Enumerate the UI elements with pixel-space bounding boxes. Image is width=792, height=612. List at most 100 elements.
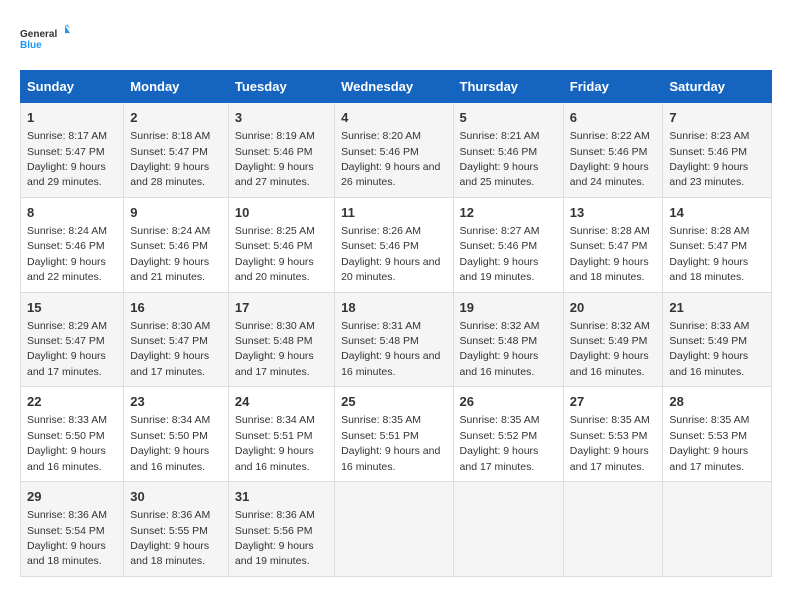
calendar-cell: 21 Sunrise: 8:33 AM Sunset: 5:49 PM Dayl… — [663, 292, 772, 387]
daylight-text: Daylight: 9 hours and 23 minutes. — [669, 161, 748, 188]
sunset-text: Sunset: 5:55 PM — [130, 525, 208, 537]
calendar-cell: 12 Sunrise: 8:27 AM Sunset: 5:46 PM Dayl… — [453, 197, 563, 292]
day-number: 10 — [235, 204, 328, 222]
daylight-text: Daylight: 9 hours and 16 minutes. — [341, 445, 440, 472]
calendar-cell: 28 Sunrise: 8:35 AM Sunset: 5:53 PM Dayl… — [663, 387, 772, 482]
sunset-text: Sunset: 5:53 PM — [570, 430, 648, 442]
daylight-text: Daylight: 9 hours and 18 minutes. — [27, 540, 106, 567]
header-day-sunday: Sunday — [21, 71, 124, 103]
sunrise-text: Sunrise: 8:33 AM — [669, 320, 749, 332]
daylight-text: Daylight: 9 hours and 16 minutes. — [27, 445, 106, 472]
calendar-week-3: 15 Sunrise: 8:29 AM Sunset: 5:47 PM Dayl… — [21, 292, 772, 387]
day-number: 8 — [27, 204, 117, 222]
svg-text:General: General — [20, 29, 57, 40]
sunset-text: Sunset: 5:46 PM — [460, 146, 538, 158]
sunset-text: Sunset: 5:50 PM — [27, 430, 105, 442]
sunset-text: Sunset: 5:46 PM — [669, 146, 747, 158]
calendar-cell: 8 Sunrise: 8:24 AM Sunset: 5:46 PM Dayli… — [21, 197, 124, 292]
sunset-text: Sunset: 5:46 PM — [460, 240, 538, 252]
sunrise-text: Sunrise: 8:36 AM — [27, 509, 107, 521]
sunrise-text: Sunrise: 8:33 AM — [27, 414, 107, 426]
sunset-text: Sunset: 5:48 PM — [235, 335, 313, 347]
day-number: 26 — [460, 393, 557, 411]
sunset-text: Sunset: 5:49 PM — [570, 335, 648, 347]
calendar-cell: 2 Sunrise: 8:18 AM Sunset: 5:47 PM Dayli… — [124, 103, 229, 198]
daylight-text: Daylight: 9 hours and 18 minutes. — [669, 256, 748, 283]
sunset-text: Sunset: 5:46 PM — [27, 240, 105, 252]
calendar-cell: 29 Sunrise: 8:36 AM Sunset: 5:54 PM Dayl… — [21, 482, 124, 577]
sunrise-text: Sunrise: 8:32 AM — [570, 320, 650, 332]
day-number: 20 — [570, 299, 657, 317]
sunrise-text: Sunrise: 8:28 AM — [570, 225, 650, 237]
sunrise-text: Sunrise: 8:30 AM — [130, 320, 210, 332]
daylight-text: Daylight: 9 hours and 19 minutes. — [460, 256, 539, 283]
daylight-text: Daylight: 9 hours and 26 minutes. — [341, 161, 440, 188]
calendar-cell: 27 Sunrise: 8:35 AM Sunset: 5:53 PM Dayl… — [563, 387, 663, 482]
sunrise-text: Sunrise: 8:32 AM — [460, 320, 540, 332]
sunset-text: Sunset: 5:46 PM — [130, 240, 208, 252]
daylight-text: Daylight: 9 hours and 19 minutes. — [235, 540, 314, 567]
day-number: 1 — [27, 109, 117, 127]
sunrise-text: Sunrise: 8:30 AM — [235, 320, 315, 332]
calendar-cell: 25 Sunrise: 8:35 AM Sunset: 5:51 PM Dayl… — [335, 387, 453, 482]
day-number: 14 — [669, 204, 765, 222]
calendar-week-1: 1 Sunrise: 8:17 AM Sunset: 5:47 PM Dayli… — [21, 103, 772, 198]
calendar-cell: 16 Sunrise: 8:30 AM Sunset: 5:47 PM Dayl… — [124, 292, 229, 387]
day-number: 29 — [27, 488, 117, 506]
day-number: 13 — [570, 204, 657, 222]
day-number: 17 — [235, 299, 328, 317]
day-number: 19 — [460, 299, 557, 317]
day-number: 23 — [130, 393, 222, 411]
day-number: 18 — [341, 299, 446, 317]
calendar-cell — [563, 482, 663, 577]
sunrise-text: Sunrise: 8:25 AM — [235, 225, 315, 237]
header-row: SundayMondayTuesdayWednesdayThursdayFrid… — [21, 71, 772, 103]
sunrise-text: Sunrise: 8:36 AM — [130, 509, 210, 521]
sunrise-text: Sunrise: 8:27 AM — [460, 225, 540, 237]
sunset-text: Sunset: 5:51 PM — [341, 430, 419, 442]
sunrise-text: Sunrise: 8:28 AM — [669, 225, 749, 237]
daylight-text: Daylight: 9 hours and 16 minutes. — [460, 350, 539, 377]
sunrise-text: Sunrise: 8:23 AM — [669, 130, 749, 142]
sunrise-text: Sunrise: 8:17 AM — [27, 130, 107, 142]
day-number: 11 — [341, 204, 446, 222]
sunrise-text: Sunrise: 8:21 AM — [460, 130, 540, 142]
calendar-cell: 15 Sunrise: 8:29 AM Sunset: 5:47 PM Dayl… — [21, 292, 124, 387]
sunset-text: Sunset: 5:46 PM — [570, 146, 648, 158]
calendar-cell — [453, 482, 563, 577]
calendar-cell: 13 Sunrise: 8:28 AM Sunset: 5:47 PM Dayl… — [563, 197, 663, 292]
calendar-cell: 4 Sunrise: 8:20 AM Sunset: 5:46 PM Dayli… — [335, 103, 453, 198]
sunset-text: Sunset: 5:47 PM — [27, 146, 105, 158]
day-number: 15 — [27, 299, 117, 317]
daylight-text: Daylight: 9 hours and 17 minutes. — [27, 350, 106, 377]
header-day-tuesday: Tuesday — [228, 71, 334, 103]
sunset-text: Sunset: 5:46 PM — [235, 146, 313, 158]
day-number: 7 — [669, 109, 765, 127]
daylight-text: Daylight: 9 hours and 17 minutes. — [460, 445, 539, 472]
sunrise-text: Sunrise: 8:19 AM — [235, 130, 315, 142]
calendar-cell: 17 Sunrise: 8:30 AM Sunset: 5:48 PM Dayl… — [228, 292, 334, 387]
calendar-cell: 7 Sunrise: 8:23 AM Sunset: 5:46 PM Dayli… — [663, 103, 772, 198]
daylight-text: Daylight: 9 hours and 16 minutes. — [341, 350, 440, 377]
daylight-text: Daylight: 9 hours and 20 minutes. — [235, 256, 314, 283]
day-number: 27 — [570, 393, 657, 411]
sunset-text: Sunset: 5:47 PM — [27, 335, 105, 347]
daylight-text: Daylight: 9 hours and 16 minutes. — [130, 445, 209, 472]
daylight-text: Daylight: 9 hours and 17 minutes. — [130, 350, 209, 377]
calendar-cell: 10 Sunrise: 8:25 AM Sunset: 5:46 PM Dayl… — [228, 197, 334, 292]
sunset-text: Sunset: 5:51 PM — [235, 430, 313, 442]
day-number: 5 — [460, 109, 557, 127]
header-day-friday: Friday — [563, 71, 663, 103]
calendar-cell: 26 Sunrise: 8:35 AM Sunset: 5:52 PM Dayl… — [453, 387, 563, 482]
sunrise-text: Sunrise: 8:35 AM — [669, 414, 749, 426]
calendar-week-5: 29 Sunrise: 8:36 AM Sunset: 5:54 PM Dayl… — [21, 482, 772, 577]
sunrise-text: Sunrise: 8:34 AM — [235, 414, 315, 426]
sunrise-text: Sunrise: 8:18 AM — [130, 130, 210, 142]
day-number: 22 — [27, 393, 117, 411]
sunset-text: Sunset: 5:52 PM — [460, 430, 538, 442]
day-number: 4 — [341, 109, 446, 127]
sunset-text: Sunset: 5:53 PM — [669, 430, 747, 442]
sunrise-text: Sunrise: 8:35 AM — [341, 414, 421, 426]
day-number: 16 — [130, 299, 222, 317]
calendar-week-4: 22 Sunrise: 8:33 AM Sunset: 5:50 PM Dayl… — [21, 387, 772, 482]
